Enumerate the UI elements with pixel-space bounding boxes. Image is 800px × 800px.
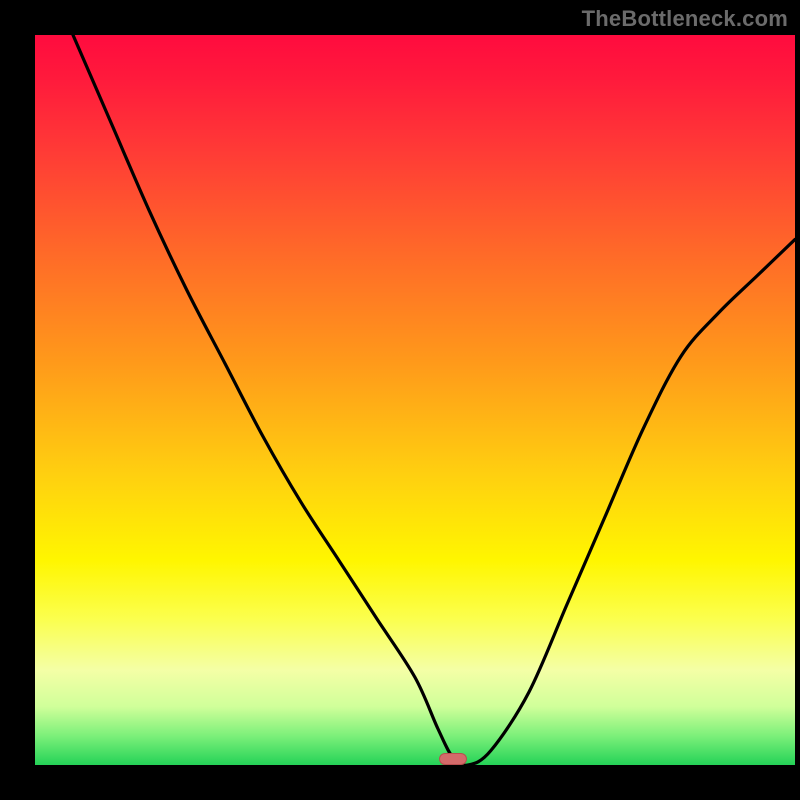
watermark-text: TheBottleneck.com (582, 6, 788, 32)
optimal-point-marker (439, 753, 467, 765)
plot-area (35, 35, 795, 765)
chart-container: TheBottleneck.com (0, 0, 800, 800)
bottleneck-curve (35, 35, 795, 765)
